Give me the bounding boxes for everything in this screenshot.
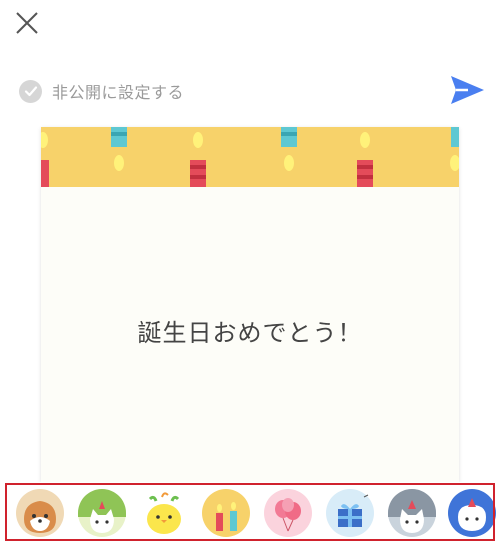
- private-toggle[interactable]: 非公開に設定する: [19, 78, 184, 104]
- stamp-highlight-frame: [5, 483, 495, 541]
- check-circle-icon: [19, 79, 42, 103]
- private-label: 非公開に設定する: [52, 83, 185, 102]
- send-paper-plane-icon[interactable]: [448, 71, 486, 109]
- message-card: 誕生日おめでとう！: [41, 127, 459, 482]
- close-icon[interactable]: [14, 10, 40, 36]
- card-message: 誕生日おめでとう！: [137, 319, 363, 347]
- candle-pattern: [41, 127, 459, 187]
